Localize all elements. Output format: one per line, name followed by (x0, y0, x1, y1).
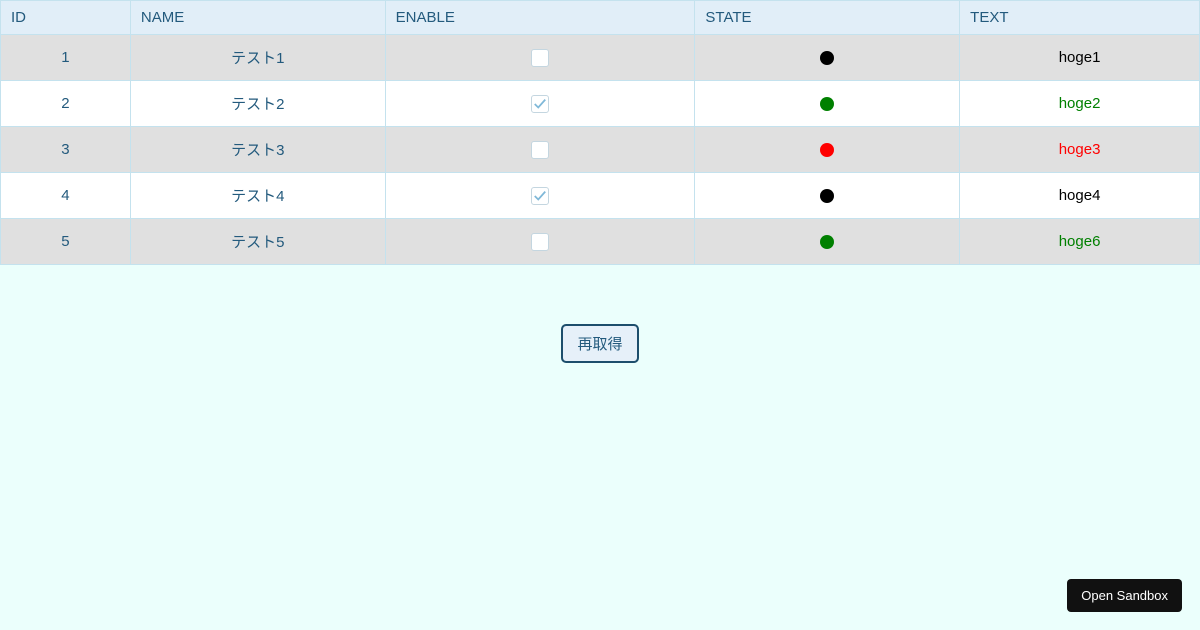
cell-text: hoge6 (960, 219, 1200, 265)
cell-name[interactable]: テスト4 (130, 173, 385, 219)
cell-enable (385, 127, 695, 173)
cell-enable (385, 35, 695, 81)
table-row: 5 テスト5 hoge6 (1, 219, 1200, 265)
cell-state (695, 35, 960, 81)
cell-state (695, 127, 960, 173)
state-dot-green-icon (820, 97, 834, 111)
state-dot-red-icon (820, 143, 834, 157)
header-name[interactable]: NAME (130, 1, 385, 35)
cell-id[interactable]: 1 (1, 35, 131, 81)
cell-state (695, 173, 960, 219)
table-row: 3 テスト3 hoge3 (1, 127, 1200, 173)
cell-name[interactable]: テスト2 (130, 81, 385, 127)
checkbox-unchecked-icon[interactable] (531, 141, 549, 159)
refresh-button[interactable]: 再取得 (562, 325, 637, 362)
checkbox-checked-icon[interactable] (531, 187, 549, 205)
cell-text: hoge1 (960, 35, 1200, 81)
state-dot-green-icon (820, 235, 834, 249)
checkbox-unchecked-icon[interactable] (531, 49, 549, 67)
header-text[interactable]: TEXT (960, 1, 1200, 35)
table-row: 1 テスト1 hoge1 (1, 35, 1200, 81)
checkbox-checked-icon[interactable] (531, 95, 549, 113)
cell-name[interactable]: テスト1 (130, 35, 385, 81)
checkbox-unchecked-icon[interactable] (531, 233, 549, 251)
header-enable[interactable]: ENABLE (385, 1, 695, 35)
cell-enable (385, 81, 695, 127)
button-container: 再取得 (0, 325, 1200, 362)
cell-id[interactable]: 3 (1, 127, 131, 173)
check-icon (533, 97, 547, 111)
state-dot-black-icon (820, 189, 834, 203)
open-sandbox-button[interactable]: Open Sandbox (1067, 579, 1182, 612)
table-row: 4 テスト4 hoge4 (1, 173, 1200, 219)
cell-state (695, 219, 960, 265)
cell-text: hoge2 (960, 81, 1200, 127)
table-row: 2 テスト2 hoge2 (1, 81, 1200, 127)
table-body: 1 テスト1 hoge1 2 テスト2 hoge2 (1, 35, 1200, 265)
cell-state (695, 81, 960, 127)
header-id[interactable]: ID (1, 1, 131, 35)
cell-enable (385, 219, 695, 265)
state-dot-black-icon (820, 51, 834, 65)
cell-id[interactable]: 5 (1, 219, 131, 265)
cell-text: hoge4 (960, 173, 1200, 219)
cell-text: hoge3 (960, 127, 1200, 173)
data-table: ID NAME ENABLE STATE TEXT 1 テスト1 hoge1 2… (0, 0, 1200, 265)
check-icon (533, 189, 547, 203)
header-state[interactable]: STATE (695, 1, 960, 35)
cell-name[interactable]: テスト5 (130, 219, 385, 265)
cell-enable (385, 173, 695, 219)
cell-name[interactable]: テスト3 (130, 127, 385, 173)
cell-id[interactable]: 2 (1, 81, 131, 127)
cell-id[interactable]: 4 (1, 173, 131, 219)
